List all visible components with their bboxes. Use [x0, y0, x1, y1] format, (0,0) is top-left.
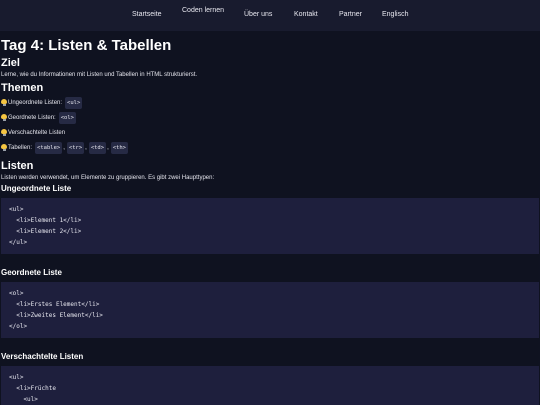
lightbulb-icon — [1, 144, 7, 151]
code-tag: <table> — [35, 141, 63, 154]
code-block-nested: <ul> <li>Früchte <ul> <li>Apfel</li> — [1, 366, 539, 405]
theme-item-unordered: Ungeordnete Listen: <ul> — [1, 95, 539, 110]
ordered-heading: Geordnete Liste — [1, 268, 62, 277]
theme-label: Tabellen: — [8, 144, 33, 151]
lists-heading: Listen — [1, 160, 34, 172]
comma: , — [85, 144, 87, 151]
theme-label: Geordnete Listen: — [8, 114, 56, 121]
code-tag: <tr> — [66, 141, 85, 154]
lightbulb-icon — [1, 99, 7, 106]
lightbulb-icon — [1, 114, 7, 121]
goal-heading: Ziel — [1, 57, 20, 69]
code-tag: <ul> — [65, 96, 83, 109]
goal-text: Lerne, wie du Informationen mit Listen u… — [1, 72, 198, 78]
code-block-ordered: <ol> <li>Erstes Element</li> <li>Zweites… — [1, 282, 539, 338]
lightbulb-icon — [1, 129, 7, 136]
nested-heading: Verschachtelte Listen — [1, 352, 84, 361]
nav-coden-lernen[interactable]: Coden lernen — [182, 7, 224, 14]
top-navigation: Startseite Coden lernen Über uns Kontakt… — [0, 0, 540, 31]
nav-englisch[interactable]: Englisch — [382, 11, 408, 18]
code-tag: <ol> — [58, 111, 76, 124]
comma: , — [107, 144, 109, 151]
theme-label: Ungeordnete Listen: — [8, 99, 63, 106]
nav-kontakt[interactable]: Kontakt — [294, 11, 318, 18]
nav-startseite[interactable]: Startseite — [132, 11, 162, 18]
theme-item-ordered: Geordnete Listen: <ol> — [1, 110, 539, 125]
theme-label: Verschachtelte Listen — [8, 129, 66, 136]
nav-ueber-uns[interactable]: Über uns — [244, 11, 272, 18]
unordered-heading: Ungeordnete Liste — [1, 184, 72, 193]
code-tag: <td> — [88, 141, 107, 154]
themes-heading: Themen — [1, 82, 44, 94]
code-tag: <th> — [110, 141, 128, 154]
code-block-unordered: <ul> <li>Element 1</li> <li>Element 2</l… — [1, 198, 539, 254]
nav-partner[interactable]: Partner — [339, 11, 362, 18]
main-content: Tag 4: Listen & Tabellen Ziel Lerne, wie… — [0, 31, 540, 405]
page-title: Tag 4: Listen & Tabellen — [1, 37, 172, 54]
comma: , — [63, 144, 65, 151]
lists-intro: Listen werden verwendet, um Elemente zu … — [1, 175, 215, 181]
theme-item-nested: Verschachtelte Listen — [1, 125, 539, 140]
theme-item-tables: Tabellen: <table>, <tr>, <td>, <th> — [1, 140, 539, 155]
